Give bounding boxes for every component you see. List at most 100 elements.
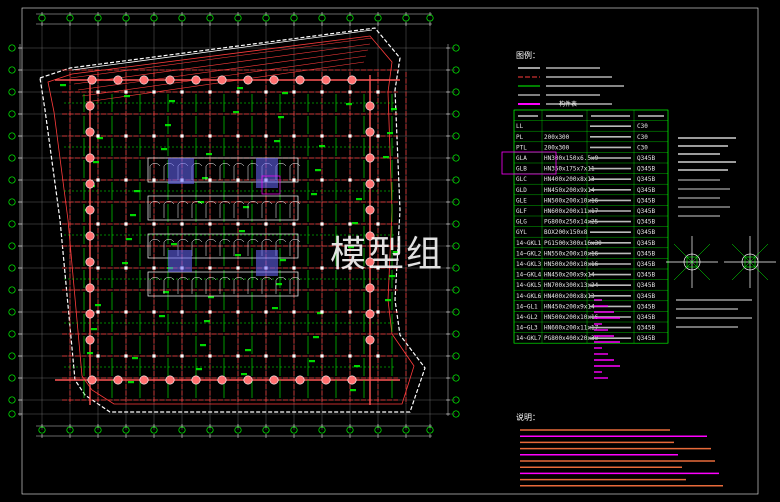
door-opening: [233, 163, 245, 180]
door-opening: [247, 277, 259, 294]
member-grade: C30: [637, 134, 648, 141]
axis-bubble: [8, 330, 16, 338]
door-opening: [289, 277, 301, 294]
beam-label-mark: [95, 304, 101, 307]
member-grade: Q345B: [637, 272, 655, 279]
member-spec: HN450x200x9x14: [544, 303, 595, 310]
member-grade: Q345B: [637, 325, 655, 332]
member-grade: Q345B: [637, 250, 655, 257]
beam-label-mark: [60, 84, 66, 87]
beam-label-mark: [132, 357, 138, 360]
column-interior: [96, 266, 100, 270]
beam-label-mark: [124, 95, 130, 98]
axis-bubble: [8, 110, 16, 118]
column-perimeter: [165, 75, 175, 85]
column-interior: [152, 90, 156, 94]
column-interior: [348, 90, 352, 94]
notes-title: 说明：: [516, 412, 540, 422]
shaft-hatch: [168, 158, 194, 184]
column-interior: [124, 266, 128, 270]
column-interior: [320, 90, 324, 94]
column-perimeter: [295, 75, 305, 85]
member-grade: Q345B: [637, 261, 655, 268]
column-interior: [236, 90, 240, 94]
beam-label-mark: [315, 169, 321, 172]
beam-label-mark: [354, 365, 360, 368]
column-perimeter: [113, 375, 123, 385]
member-grade: Q345B: [637, 166, 655, 173]
column-interior: [292, 310, 296, 314]
member-grade: Q345B: [637, 155, 655, 162]
beam-label-mark: [126, 238, 132, 241]
member-code: GLE: [516, 197, 527, 204]
core-wall-band: [147, 195, 299, 221]
beam-label-mark: [130, 214, 136, 217]
structural-floor-plan: [8, 12, 460, 438]
door-opening: [149, 239, 161, 256]
column-interior: [264, 354, 268, 358]
beam-label-mark: [237, 87, 243, 90]
column-perimeter: [365, 127, 375, 137]
member-grade: Q345B: [637, 293, 655, 300]
column-interior: [124, 90, 128, 94]
beam-label-mark: [196, 368, 202, 371]
member-code: GLA: [516, 155, 527, 162]
column-perimeter: [85, 153, 95, 163]
door-opening: [191, 277, 203, 294]
column-perimeter: [85, 257, 95, 267]
column-perimeter: [113, 75, 123, 85]
general-notes: 说明：: [516, 412, 723, 487]
column-perimeter: [295, 375, 305, 385]
door-opening: [191, 239, 203, 256]
beam-label-mark: [274, 140, 280, 143]
member-code: GYL: [516, 229, 527, 236]
beam-label-mark: [128, 381, 134, 384]
column-interior: [320, 222, 324, 226]
column-interior: [180, 222, 184, 226]
door-opening: [205, 277, 217, 294]
column-interior: [264, 310, 268, 314]
beam-label-mark: [282, 92, 288, 95]
beam-label-mark: [280, 259, 286, 262]
beam-label-mark: [200, 344, 206, 347]
beam-label-mark: [159, 315, 165, 318]
column-perimeter: [87, 375, 97, 385]
column-interior: [348, 178, 352, 182]
door-opening: [247, 201, 259, 218]
axis-bubble: [8, 198, 16, 206]
column-interior: [292, 90, 296, 94]
member-code: 14~GKL5: [516, 282, 542, 289]
beam-label-mark: [241, 373, 247, 376]
beam-label-mark: [309, 360, 315, 363]
column-interior: [376, 90, 380, 94]
column-perimeter: [321, 75, 331, 85]
column-interior: [96, 222, 100, 226]
column-interior: [180, 90, 184, 94]
beam-label-mark: [202, 177, 208, 180]
door-opening: [289, 201, 301, 218]
column-interior: [180, 134, 184, 138]
axis-bubble: [8, 88, 16, 96]
column-interior: [292, 266, 296, 270]
column-perimeter: [191, 375, 201, 385]
door-opening: [149, 163, 161, 180]
beam-label-mark: [389, 275, 395, 278]
column-interior: [96, 90, 100, 94]
door-opening: [219, 163, 231, 180]
column-interior: [376, 222, 380, 226]
column-perimeter: [85, 101, 95, 111]
column-interior: [320, 310, 324, 314]
member-code: 14~GKL4: [516, 272, 542, 279]
column-interior: [152, 266, 156, 270]
beam-label-mark: [206, 153, 212, 156]
column-perimeter: [365, 335, 375, 345]
column-perimeter: [269, 375, 279, 385]
axis-bubble: [8, 176, 16, 184]
column-interior: [236, 178, 240, 182]
column-interior: [320, 134, 324, 138]
shaft-hatch: [256, 250, 278, 276]
column-interior: [264, 134, 268, 138]
column-interior: [96, 134, 100, 138]
column-interior: [96, 178, 100, 182]
member-spec: BOX200x150x8: [544, 229, 588, 236]
